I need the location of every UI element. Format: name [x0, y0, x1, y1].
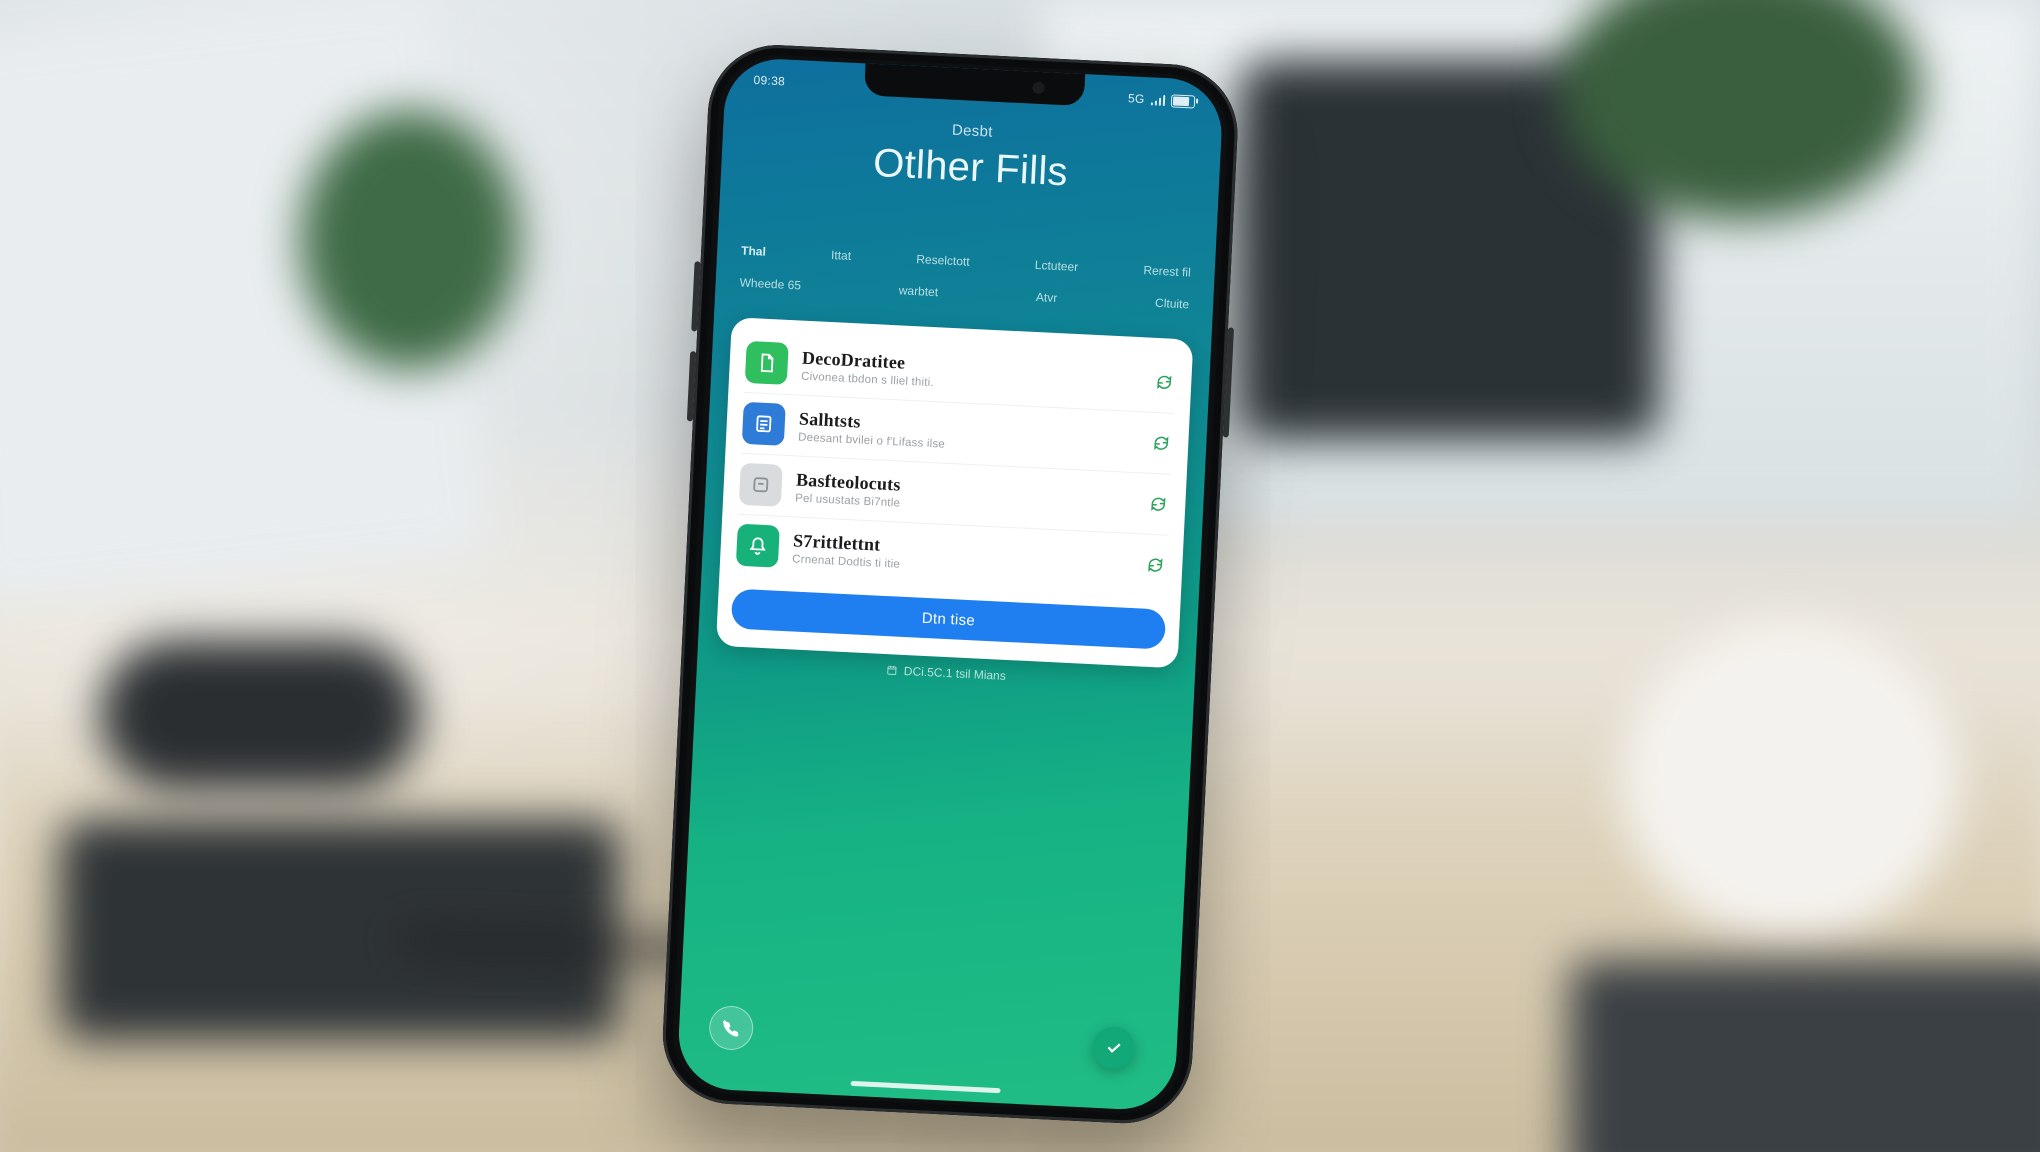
- tab-1-0[interactable]: Wheede 65: [735, 269, 806, 298]
- bell-icon: [736, 524, 780, 568]
- tab-0-4[interactable]: Rerest fil: [1139, 257, 1196, 286]
- files-list: DecoDratitee Civonea tbdon s lliel thiti…: [733, 332, 1178, 596]
- call-button[interactable]: [708, 1005, 754, 1051]
- tab-0-3[interactable]: Lctuteer: [1030, 252, 1083, 280]
- phone-device: 09:38 5G Desbt Otlher Fills Thal Ittat R…: [660, 42, 1241, 1127]
- tab-1-3[interactable]: Cltuite: [1150, 290, 1193, 318]
- sync-icon[interactable]: [1144, 554, 1167, 577]
- status-time: 09:38: [753, 73, 785, 89]
- archive-icon: [739, 463, 783, 507]
- tab-1-2[interactable]: Atvr: [1031, 284, 1062, 311]
- tab-1-1[interactable]: warbtet: [894, 277, 943, 305]
- sync-icon[interactable]: [1147, 493, 1170, 516]
- header: Desbt Otlher Fills: [721, 111, 1222, 203]
- tab-0-1[interactable]: Ittat: [826, 242, 855, 269]
- calendar-icon: [886, 664, 899, 677]
- confirm-button[interactable]: [1092, 1026, 1136, 1070]
- tab-0-2[interactable]: Reselctott: [912, 246, 975, 275]
- status-network: 5G: [1128, 91, 1145, 106]
- primary-action-button[interactable]: Dtn tise: [731, 589, 1166, 650]
- battery-icon: [1171, 94, 1196, 108]
- sync-icon[interactable]: [1153, 371, 1176, 394]
- filter-tabs: Thal Ittat Reselctott Lctuteer Rerest fi…: [715, 236, 1216, 324]
- signal-icon: [1150, 94, 1165, 106]
- scene-background: 09:38 5G Desbt Otlher Fills Thal Ittat R…: [0, 0, 2040, 1152]
- document-icon: [745, 341, 789, 385]
- home-indicator[interactable]: [851, 1081, 1001, 1093]
- phone-screen: 09:38 5G Desbt Otlher Fills Thal Ittat R…: [676, 57, 1224, 1112]
- phone-icon: [722, 1019, 741, 1038]
- sync-icon[interactable]: [1150, 432, 1173, 455]
- tab-0-0[interactable]: Thal: [737, 237, 771, 265]
- files-card: DecoDratitee Civonea tbdon s lliel thiti…: [716, 317, 1194, 668]
- sheet-icon: [742, 402, 786, 446]
- check-icon: [1104, 1038, 1123, 1057]
